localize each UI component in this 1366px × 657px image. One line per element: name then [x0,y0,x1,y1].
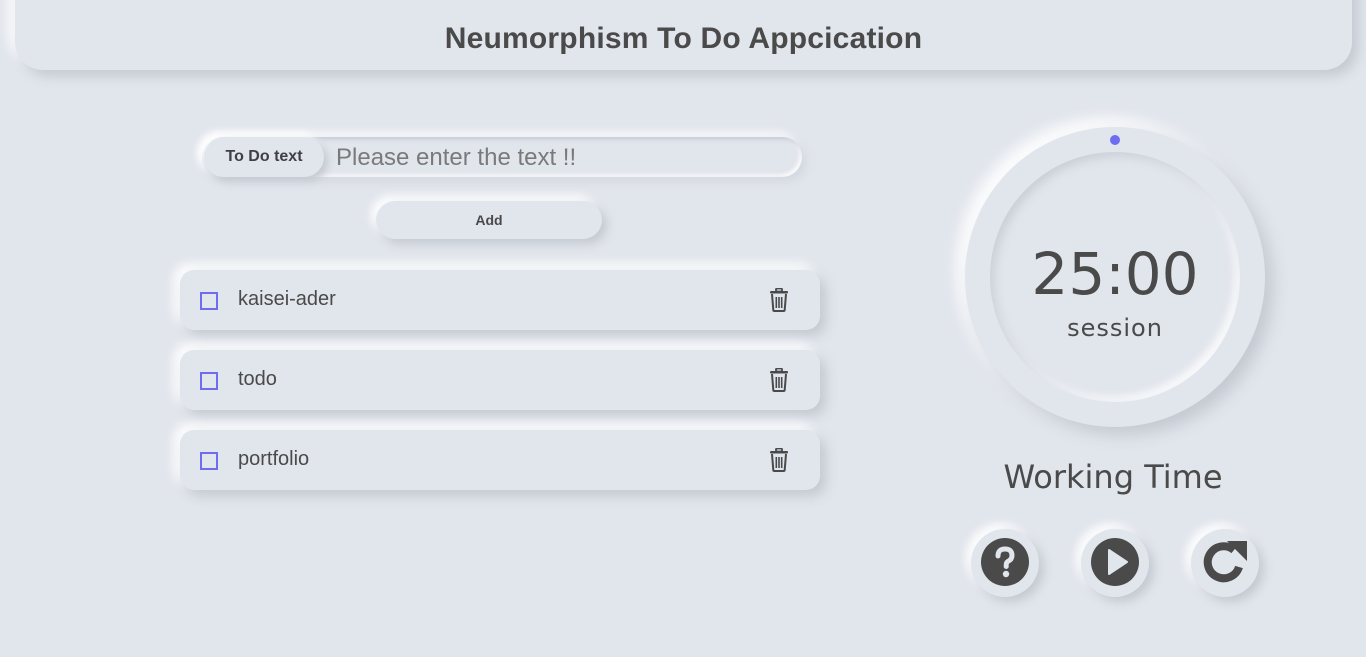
trash-icon[interactable] [768,287,790,312]
todo-item: portfolio [180,430,820,490]
redo-icon [1200,537,1250,590]
todo-item-label: kaisei-ader [238,288,336,310]
todo-input-label: To Do text [204,137,324,177]
trash-icon[interactable] [768,367,790,392]
timer-progress-dot [1110,135,1120,145]
todo-text-input[interactable] [334,141,793,175]
todo-item-label: portfolio [238,448,310,470]
play-button[interactable] [1081,529,1149,597]
help-button[interactable] [971,529,1039,597]
timer-ring: 25:00 session [965,127,1265,427]
app-header: Neumorphism To Do Appcication [15,0,1352,70]
play-circle-icon [1090,537,1140,590]
timer-status: Working Time [1003,458,1223,496]
timer-face: 25:00 session [990,152,1240,402]
todo-item: todo [180,350,820,410]
timer-time: 25:00 [1031,240,1199,308]
todo-checkbox[interactable] [200,452,218,470]
timer-mode: session [1067,314,1163,342]
todo-input-group: To Do text [202,137,802,177]
todo-checkbox[interactable] [200,372,218,390]
todo-checkbox[interactable] [200,292,218,310]
trash-icon[interactable] [768,447,790,472]
app-root: Neumorphism To Do Appcication To Do text… [0,0,1366,657]
todo-item: kaisei-ader [180,270,820,330]
todo-item-label: todo [238,368,277,390]
page-title: Neumorphism To Do Appcication [444,22,923,55]
question-circle-icon [980,537,1030,590]
add-button[interactable]: Add [376,201,602,239]
reset-button[interactable] [1191,529,1259,597]
